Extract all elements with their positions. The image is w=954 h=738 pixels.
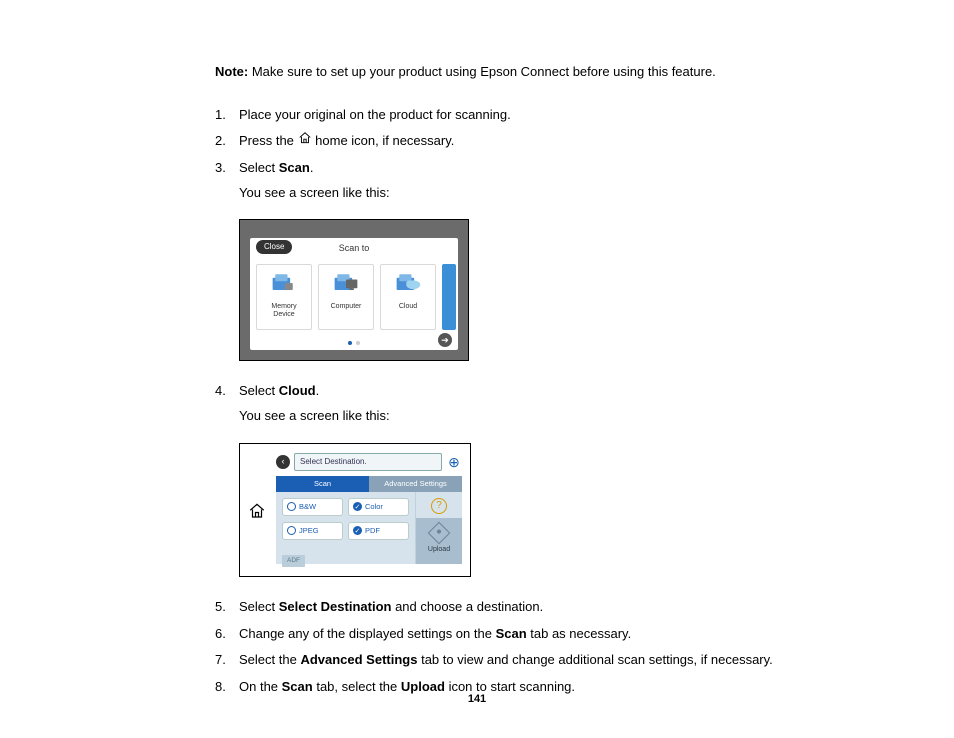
pager-dot	[348, 341, 352, 345]
note-line: Note: Make sure to set up your product u…	[215, 60, 844, 85]
settings-panel: B&W Color JPEG PDF ADF ? Upload	[276, 492, 462, 564]
steps-list: 5. Select Select Destination and choose …	[215, 595, 844, 700]
tile-label: Memory Device	[271, 303, 296, 318]
select-destination-field[interactable]: Select Destination.	[294, 453, 442, 471]
tabs: Scan Advanced Settings	[276, 476, 462, 492]
home-icon	[298, 131, 312, 145]
settings-right: ? Upload	[415, 492, 462, 564]
upload-icon	[428, 522, 451, 545]
step-number: 2.	[215, 129, 239, 154]
scan-to-tiles: Memory Device Computer Cloud	[256, 264, 458, 330]
document-page: Note: Make sure to set up your product u…	[0, 0, 954, 738]
step-3: 3. Select Scan. You see a screen like th…	[215, 156, 844, 205]
scan-to-screen: Scan to Close Memory Device Computer	[239, 219, 469, 361]
upload-button[interactable]: Upload	[416, 518, 462, 564]
settings-options: B&W Color JPEG PDF ADF	[276, 492, 415, 564]
step-7: 7. Select the Advanced Settings tab to v…	[215, 648, 844, 673]
memory-device-icon	[270, 271, 298, 295]
step-number: 3.	[215, 156, 239, 181]
tab-advanced-settings[interactable]: Advanced Settings	[369, 476, 462, 492]
step-8: 8. On the Scan tab, select the Upload ic…	[215, 675, 844, 700]
close-button[interactable]: Close	[256, 240, 292, 254]
tile-next-partial[interactable]	[442, 264, 456, 330]
step-subtext: You see a screen like this:	[239, 181, 844, 206]
cloud-icon	[394, 271, 422, 295]
computer-icon	[332, 271, 360, 295]
step-number: 5.	[215, 595, 239, 620]
step-number: 4.	[215, 379, 239, 404]
pager-dots	[348, 341, 360, 345]
help-icon[interactable]: ?	[431, 498, 447, 514]
tile-cloud[interactable]: Cloud	[380, 264, 436, 330]
cloud-settings-screen: ‹ Select Destination. ⊕ Scan Advanced Se…	[239, 443, 471, 577]
step-subtext: You see a screen like this:	[239, 404, 844, 429]
steps-list: 1. Place your original on the product fo…	[215, 103, 844, 206]
tab-scan[interactable]: Scan	[276, 476, 369, 492]
option-jpeg[interactable]: JPEG	[282, 522, 343, 540]
option-color[interactable]: Color	[348, 498, 409, 516]
figure-scan-to: Scan to Close Memory Device Computer	[239, 219, 844, 361]
step-number: 1.	[215, 103, 239, 128]
step-1: 1. Place your original on the product fo…	[215, 103, 844, 128]
note-text: Make sure to set up your product using E…	[252, 64, 716, 79]
step-text: Select Select Destination and choose a d…	[239, 595, 844, 620]
step-number: 6.	[215, 622, 239, 647]
step-number: 7.	[215, 648, 239, 673]
pager-dot	[356, 341, 360, 345]
destination-bar: ‹ Select Destination. ⊕	[276, 452, 462, 472]
step-4: 4. Select Cloud. You see a screen like t…	[215, 379, 844, 428]
step-6: 6. Change any of the displayed settings …	[215, 622, 844, 647]
step-number: 8.	[215, 675, 239, 700]
step-text: Select Cloud. You see a screen like this…	[239, 379, 844, 428]
option-pdf[interactable]: PDF	[348, 522, 409, 540]
step-text: Select the Advanced Settings tab to view…	[239, 648, 844, 673]
option-bw[interactable]: B&W	[282, 498, 343, 516]
step-5: 5. Select Select Destination and choose …	[215, 595, 844, 620]
adf-label: ADF	[282, 555, 305, 567]
note-label: Note:	[215, 64, 248, 79]
step-text: Press the home icon, if necessary.	[239, 129, 844, 154]
tile-label: Computer	[331, 303, 362, 311]
upload-label: Upload	[428, 543, 450, 556]
tile-computer[interactable]: Computer	[318, 264, 374, 330]
home-icon[interactable]	[248, 502, 266, 529]
add-destination-icon[interactable]: ⊕	[446, 454, 462, 470]
step-text: Place your original on the product for s…	[239, 103, 844, 128]
page-number: 141	[468, 689, 486, 710]
step-text: On the Scan tab, select the Upload icon …	[239, 675, 844, 700]
settings-main: ‹ Select Destination. ⊕ Scan Advanced Se…	[276, 452, 462, 568]
step-2: 2. Press the home icon, if necessary.	[215, 129, 844, 154]
tile-memory-device[interactable]: Memory Device	[256, 264, 312, 330]
tile-label: Cloud	[399, 303, 417, 311]
step-text: Select Scan. You see a screen like this:	[239, 156, 844, 205]
steps-list: 4. Select Cloud. You see a screen like t…	[215, 379, 844, 428]
figure-cloud-settings: ‹ Select Destination. ⊕ Scan Advanced Se…	[239, 443, 844, 577]
step-text: Change any of the displayed settings on …	[239, 622, 844, 647]
back-icon[interactable]: ‹	[276, 455, 290, 469]
